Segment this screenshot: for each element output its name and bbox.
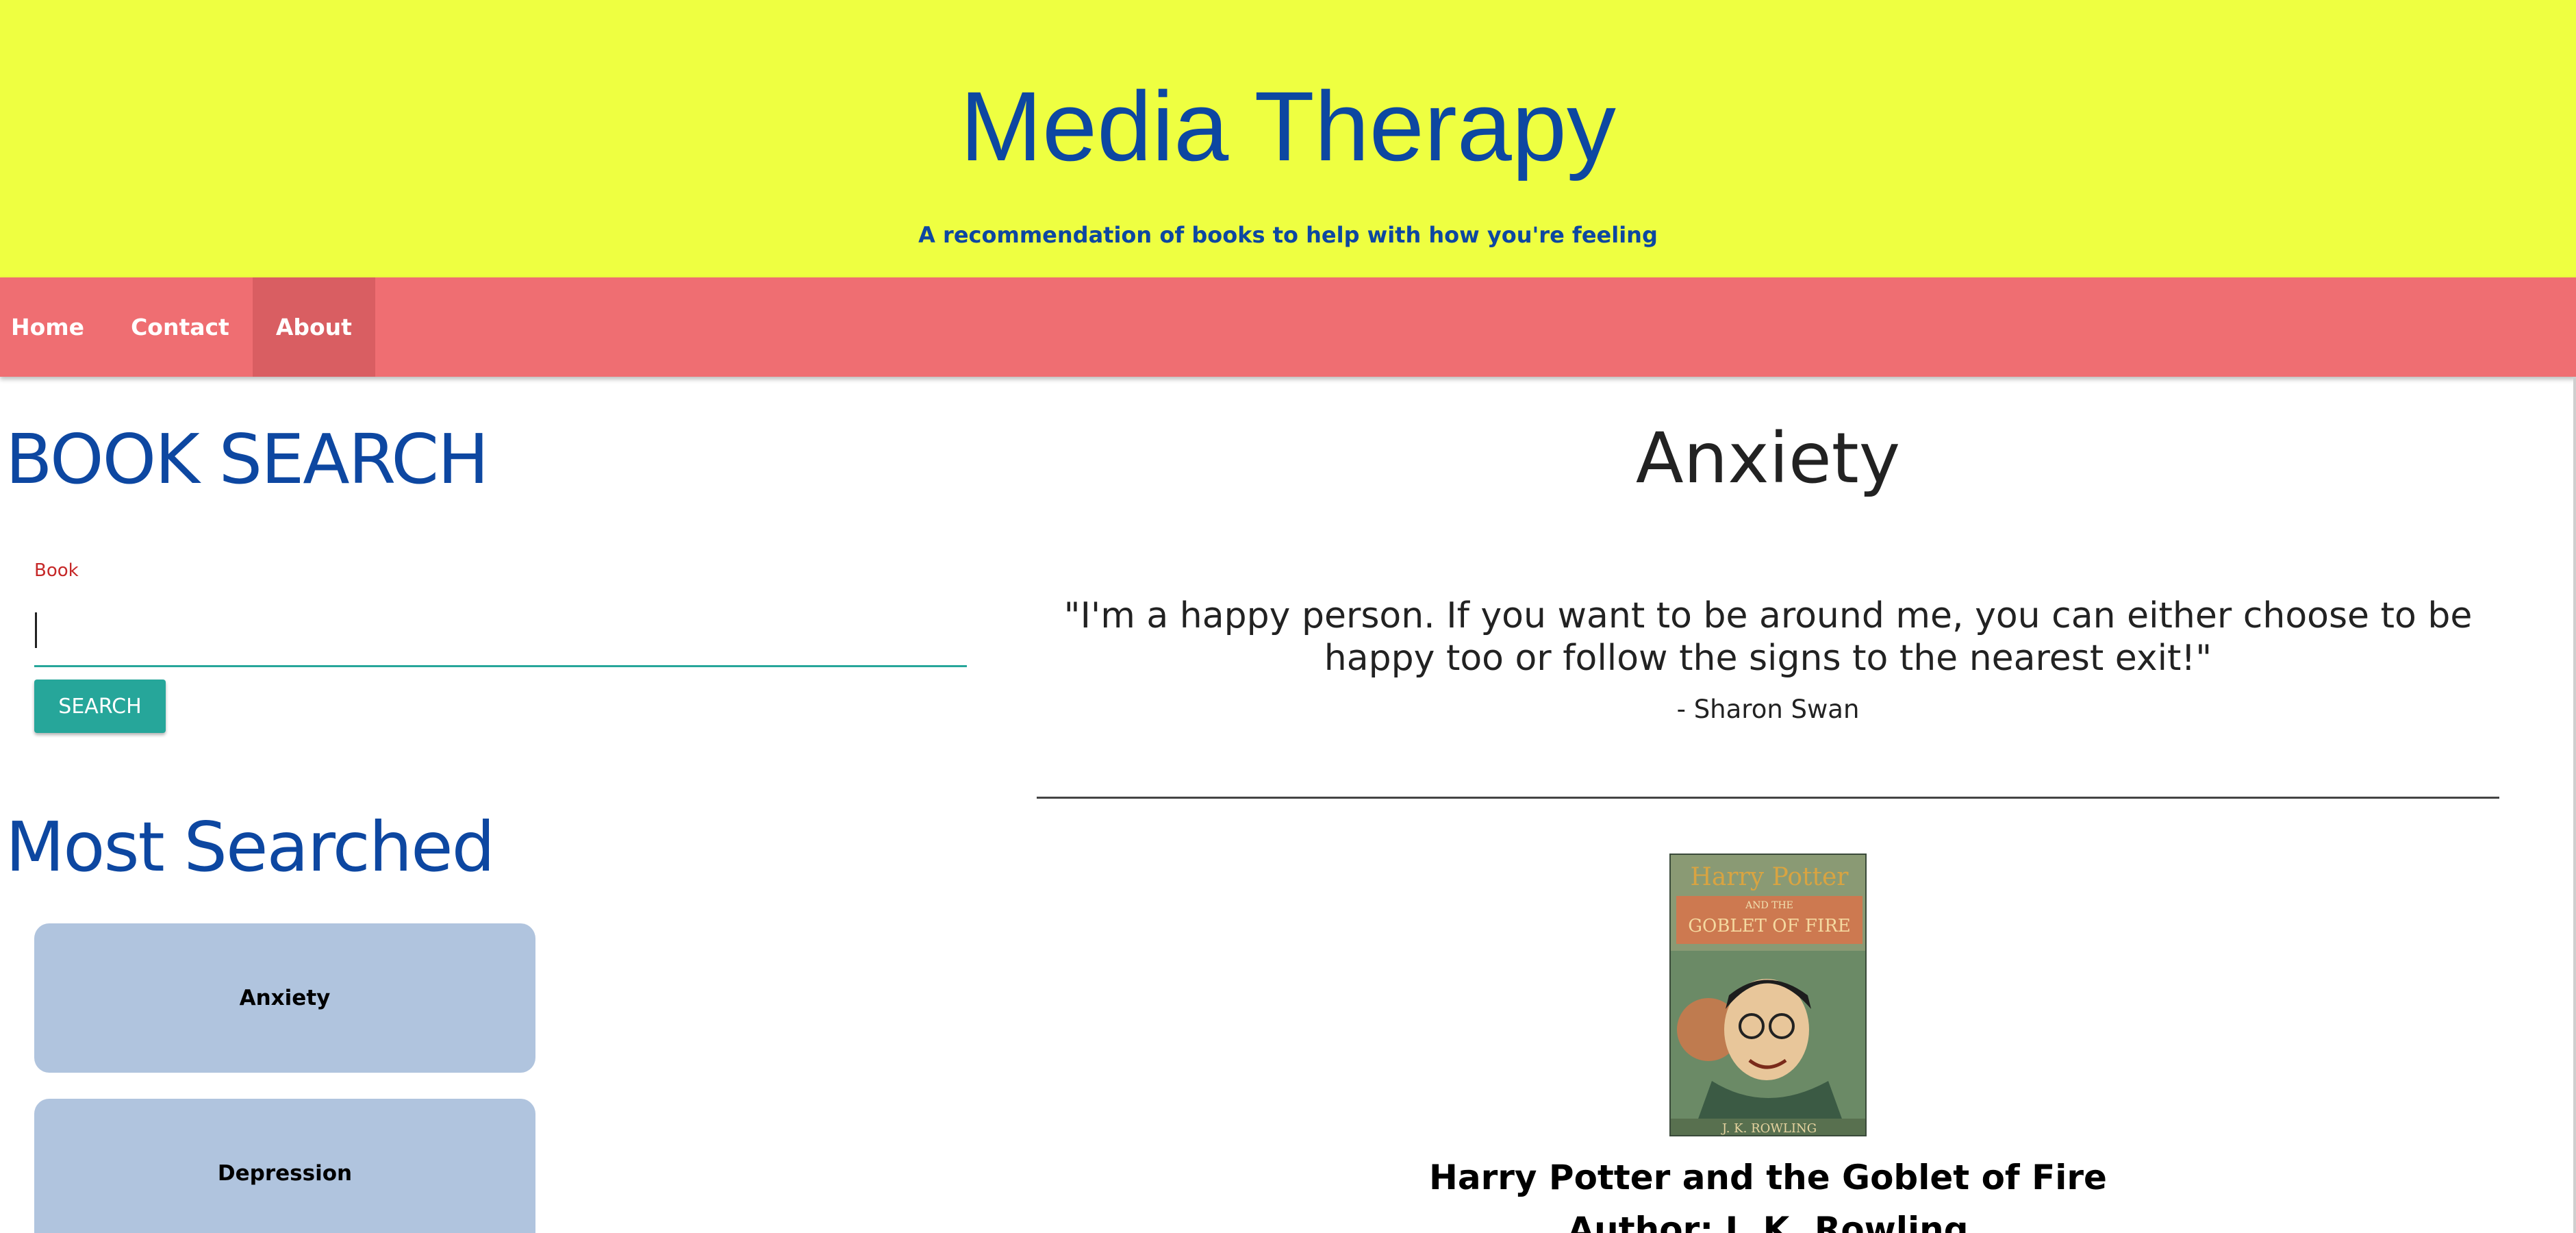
most-searched-heading: Most Searched [5, 807, 495, 887]
cover-title-text: Harry Potter [1691, 863, 1849, 891]
book-cover-image: Harry Potter AND THE GOBLET OF FIRE J. K… [1669, 854, 1867, 1136]
book-title: Harry Potter and the Goblet of Fire [1429, 1158, 2107, 1197]
category-card-anxiety[interactable]: Anxiety [34, 923, 535, 1073]
nav-home-link[interactable]: Home [0, 277, 108, 377]
site-title: Media Therapy [960, 71, 1616, 182]
section-divider [1037, 797, 2499, 799]
page-scrollbar-edge [2573, 377, 2576, 1233]
site-header: Media Therapy A recommendation of books … [0, 0, 2576, 277]
main-nav: Home Contact About [0, 277, 2576, 377]
quote-author: - Sharon Swan [1676, 695, 1860, 724]
nav-contact-link[interactable]: Contact [108, 277, 253, 377]
quote-text: "I'm a happy person. If you want to be a… [1063, 595, 2473, 679]
book-search-heading: BOOK SEARCH [5, 419, 489, 499]
site-subtitle: A recommendation of books to help with h… [918, 222, 1658, 248]
search-button[interactable]: SEARCH [34, 680, 166, 733]
cover-author-text: J. K. ROWLING [1721, 1121, 1817, 1136]
nav-about-link[interactable]: About [252, 277, 375, 377]
category-card-depression[interactable]: Depression [34, 1099, 535, 1233]
cover-subtitle-text: AND THE [1745, 900, 1793, 911]
book-search-input[interactable] [34, 603, 967, 667]
book-input-label: Book [34, 560, 79, 581]
text-caret [35, 612, 37, 648]
cover-goblet-text: GOBLET OF FIRE [1688, 916, 1851, 936]
mood-title: Anxiety [1635, 418, 1901, 499]
book-author: Author: J. K. Rowling [1567, 1210, 1969, 1233]
